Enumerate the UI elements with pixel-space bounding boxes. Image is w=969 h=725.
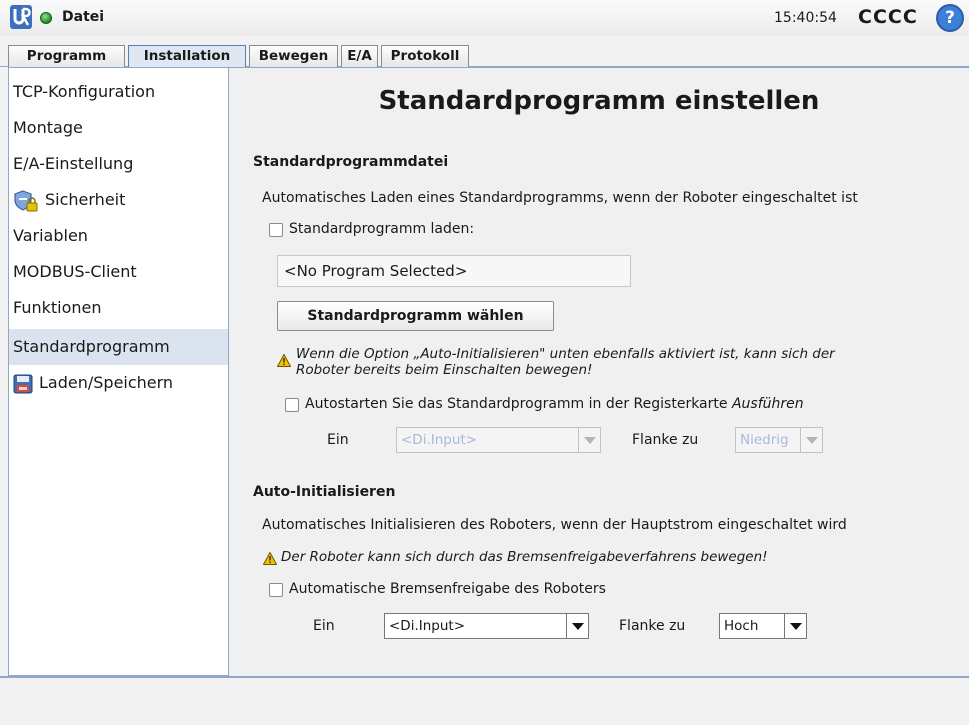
choose-default-program-button[interactable]: Standardprogramm wählen [277,301,554,331]
auto-initialize-description: Automatisches Initialisieren des Roboter… [262,517,847,533]
chevron-down-icon [800,428,822,452]
auto-brake-release-checkbox[interactable] [269,583,283,597]
autostart-edge-select[interactable]: Niedrig [735,427,823,453]
sidebar-item-modbus-client[interactable]: MODBUS-Client [9,254,228,290]
sidebar-item-variablen[interactable]: Variablen [9,218,228,254]
main-panel: Standardprogramm einstellen Standardprog… [229,67,969,676]
ur-logo-icon [10,5,32,29]
robot-name: CCCC [858,6,918,28]
floppy-disk-icon [13,374,33,393]
tab-programm[interactable]: Programm [8,45,125,67]
default-program-description: Automatisches Laden eines Standardprogra… [262,190,858,206]
load-default-program-label: Standardprogramm laden: [289,221,475,237]
file-menu[interactable]: Datei [62,9,104,25]
autostart-checkbox[interactable] [285,398,299,412]
tab-protokoll[interactable]: Protokoll [381,45,469,67]
auto-init-warning-line2: Roboter bereits beim Einschalten bewegen… [296,362,593,378]
load-default-program-checkbox[interactable] [269,223,283,237]
sidebar-item-standardprogramm[interactable]: Standardprogramm [9,329,228,365]
sidebar-item-label: Laden/Speichern [39,373,174,392]
chevron-down-icon [566,614,588,638]
sidebar-item-label: Standardprogramm [13,337,170,356]
auto-brake-release-label: Automatische Bremsenfreigabe des Roboter… [289,581,606,597]
autostart-edge-label: Flanke zu [632,432,699,448]
autostart-input-value: <Di.Input> [401,432,478,448]
autostart-label-text: Autostarten Sie das Standardprogramm in … [305,396,732,412]
auto-init-edge-select[interactable]: Hoch [719,613,807,639]
auto-init-edge-label: Flanke zu [619,618,686,634]
sidebar-item-montage[interactable]: Montage [9,110,228,146]
sidebar-item-ea-einstellung[interactable]: E/A-Einstellung [9,146,228,182]
autostart-label-run-tab: Ausführen [731,396,804,412]
section-heading-auto-initialize: Auto-Initialisieren [253,484,396,500]
auto-init-input-label: Ein [313,618,335,634]
auto-init-edge-value: Hoch [724,618,759,634]
autostart-edge-value: Niedrig [740,432,789,448]
chevron-down-icon [578,428,600,452]
installation-sidebar: TCP-Konfiguration Montage E/A-Einstellun… [8,67,229,676]
autostart-label: Autostarten Sie das Standardprogramm in … [305,396,804,412]
main-tabs: Programm Installation Bewegen E/A Protok… [0,45,969,67]
help-button[interactable]: ? [936,4,964,32]
robot-status-icon [40,12,52,24]
shield-lock-icon [14,189,38,211]
warning-icon [277,354,291,367]
sidebar-item-label: Variablen [13,226,88,245]
auto-init-input-value: <Di.Input> [389,618,466,634]
tab-bewegen[interactable]: Bewegen [249,45,338,67]
warning-icon [263,552,277,565]
brake-release-warning: Der Roboter kann sich durch das Bremsenf… [281,549,768,565]
auto-init-warning-line1: Wenn die Option „Auto-Initialisieren" un… [296,346,835,362]
auto-init-input-select[interactable]: <Di.Input> [384,613,589,639]
program-path-field: <No Program Selected> [277,255,631,287]
sidebar-item-label: E/A-Einstellung [13,154,134,173]
sidebar-item-sicherheit[interactable]: Sicherheit [9,182,228,218]
tab-ea[interactable]: E/A [341,45,378,67]
sidebar-item-label: Funktionen [13,298,102,317]
autostart-input-select[interactable]: <Di.Input> [396,427,601,453]
sidebar-item-label: Sicherheit [45,190,126,209]
top-bar: Datei 15:40:54 CCCC ? [0,0,969,36]
sidebar-item-laden-speichern[interactable]: Laden/Speichern [9,365,228,401]
sidebar-item-funktionen[interactable]: Funktionen [9,290,228,326]
sidebar-item-label: TCP-Konfiguration [13,82,156,101]
tab-installation[interactable]: Installation [128,45,246,67]
autostart-input-label: Ein [327,432,349,448]
sidebar-item-tcp-konfiguration[interactable]: TCP-Konfiguration [9,74,228,110]
section-heading-default-program-file: Standardprogrammdatei [253,154,449,170]
sidebar-item-label: MODBUS-Client [13,262,137,281]
sidebar-item-label: Montage [13,118,83,137]
clock: 15:40:54 [774,10,837,26]
chevron-down-icon [784,614,806,638]
page-title: Standardprogramm einstellen [378,86,820,116]
footer-divider [0,676,969,678]
